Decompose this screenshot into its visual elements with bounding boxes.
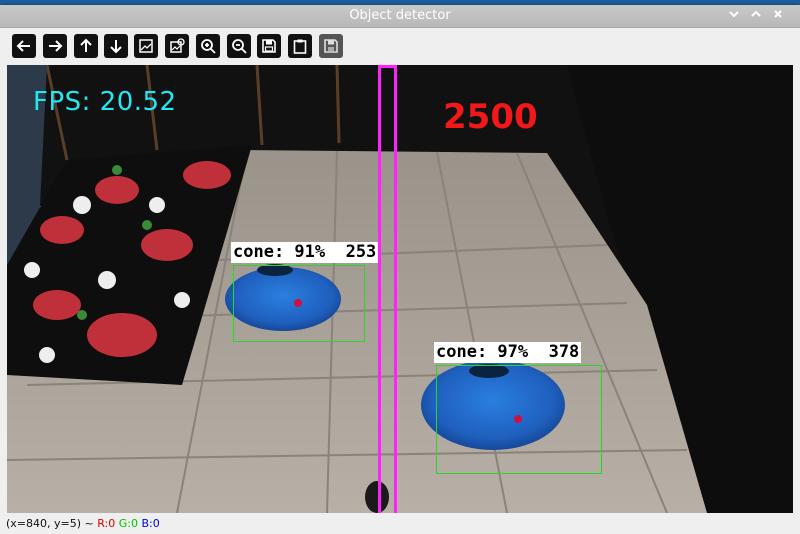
pan-right-button[interactable] xyxy=(43,34,67,58)
status-green: G:0 xyxy=(118,517,138,530)
status-red: R:0 xyxy=(97,517,116,530)
window-title: Object detector xyxy=(349,8,451,23)
object-detector-window: Object detector FPS: 20.52 2500 cone: 91… xyxy=(0,5,800,534)
close-button[interactable] xyxy=(770,8,786,24)
minimize-button[interactable] xyxy=(726,8,742,24)
zoom-original-button[interactable] xyxy=(165,34,189,58)
fps-readout: FPS: 20.52 xyxy=(33,87,177,117)
properties-icon xyxy=(324,39,338,53)
arrow-up-icon xyxy=(80,38,92,52)
center-line-left xyxy=(378,65,381,513)
copy-clipboard-button[interactable] xyxy=(288,34,312,58)
chevron-up-icon xyxy=(751,10,761,17)
toolbar xyxy=(0,28,800,65)
image-zoom-icon xyxy=(170,38,185,53)
maximize-button[interactable] xyxy=(748,8,764,24)
zoom-fit-button[interactable] xyxy=(134,34,158,58)
title-bar[interactable]: Object detector xyxy=(0,5,800,28)
close-icon xyxy=(774,10,782,18)
pan-up-button[interactable] xyxy=(74,34,98,58)
properties-button[interactable] xyxy=(319,34,343,58)
detection-label: cone: 91% 253 xyxy=(231,242,379,263)
center-line-right xyxy=(394,65,397,513)
image-icon xyxy=(139,39,153,53)
clipboard-icon xyxy=(293,39,307,54)
detection-box xyxy=(436,365,602,474)
zoom-in-icon xyxy=(201,39,216,54)
camera-frame xyxy=(7,65,793,513)
zoom-out-button[interactable] xyxy=(227,34,251,58)
save-icon xyxy=(262,39,276,53)
zoom-in-button[interactable] xyxy=(196,34,220,58)
arrow-left-icon xyxy=(16,40,30,52)
detection-label: cone: 97% 378 xyxy=(434,342,582,363)
center-line-top xyxy=(378,65,397,68)
zoom-out-icon xyxy=(232,39,247,54)
status-blue: B:0 xyxy=(141,517,160,530)
arrow-down-icon xyxy=(110,40,122,54)
arrow-right-icon xyxy=(49,40,63,52)
chevron-down-icon xyxy=(729,11,739,18)
pan-down-button[interactable] xyxy=(104,34,128,58)
status-coords: (x=840, y=5) ~ xyxy=(6,517,98,530)
status-bar: (x=840, y=5) ~ R:0 G:0 B:0 xyxy=(0,513,800,534)
camera-view[interactable]: FPS: 20.52 2500 cone: 91% 253 cone: 97% … xyxy=(7,65,793,513)
save-button[interactable] xyxy=(257,34,281,58)
detection-box xyxy=(233,265,365,342)
count-readout: 2500 xyxy=(443,97,538,137)
pan-left-button[interactable] xyxy=(12,34,36,58)
